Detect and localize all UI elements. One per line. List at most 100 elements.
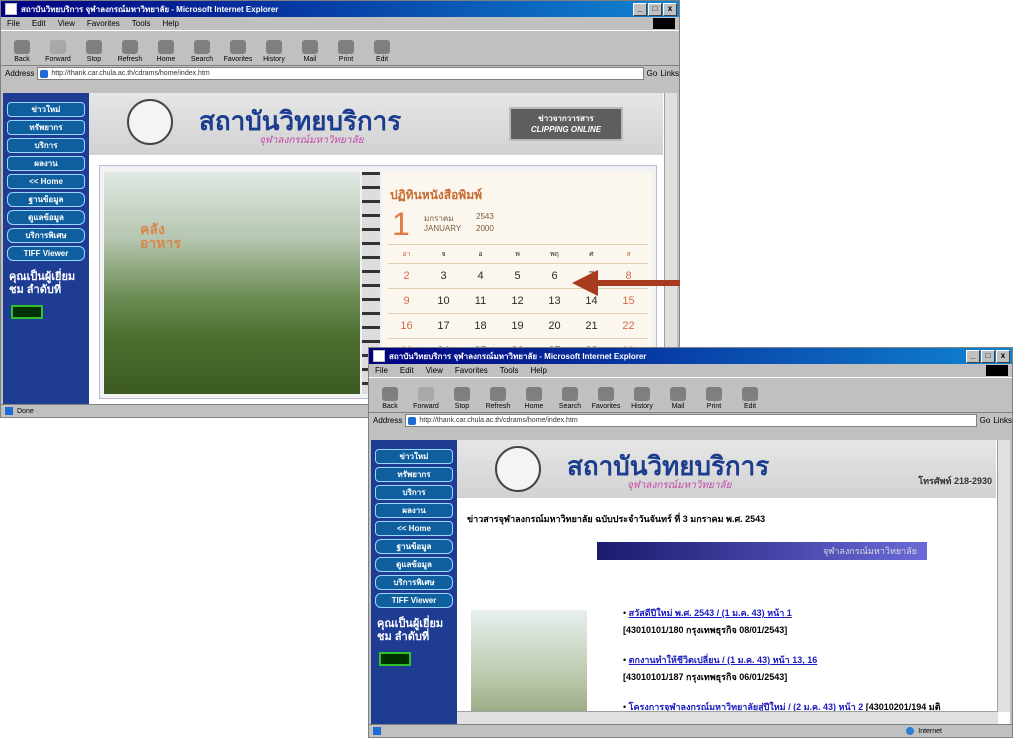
- calendar-day[interactable]: 14: [573, 295, 610, 307]
- links-button[interactable]: Links: [993, 416, 1012, 425]
- print-button[interactable]: Print: [699, 387, 729, 412]
- calendar-day[interactable]: 5: [499, 270, 536, 282]
- refresh-button[interactable]: Refresh: [483, 387, 513, 412]
- calendar-day[interactable]: 11: [462, 295, 499, 307]
- browser-window-front[interactable]: สถาบันวิทยบริการ จุฬาลงกรณ์มหาวิทยาลัย -…: [368, 347, 1013, 738]
- calendar-day[interactable]: 15: [610, 295, 647, 307]
- back-button[interactable]: Back: [375, 387, 405, 412]
- ie-icon: [5, 3, 17, 15]
- nav-resources[interactable]: ทรัพยากร: [7, 120, 85, 135]
- ie-icon: [373, 350, 385, 362]
- nav-tiff[interactable]: TIFF Viewer: [7, 246, 85, 261]
- calendar-day[interactable]: 20: [536, 320, 573, 332]
- back-button[interactable]: Back: [7, 40, 37, 65]
- calendar-day[interactable]: 10: [425, 295, 462, 307]
- horizontal-scrollbar[interactable]: [457, 711, 998, 724]
- menu-favorites[interactable]: Favorites: [87, 19, 120, 28]
- nav-data[interactable]: ดูแลข้อมูล: [375, 557, 453, 572]
- nav-services[interactable]: บริการ: [7, 138, 85, 153]
- calendar-day[interactable]: 19: [499, 320, 536, 332]
- mail-button[interactable]: Mail: [663, 387, 693, 412]
- vertical-scrollbar[interactable]: [997, 440, 1010, 712]
- home-button[interactable]: Home: [519, 387, 549, 412]
- news-heading: ข่าวสารจุฬาลงกรณ์มหาวิทยาลัย ฉบับประจำวั…: [467, 514, 766, 524]
- calendar-day[interactable]: 3: [425, 270, 462, 282]
- pointer-arrow-line: [596, 280, 680, 286]
- menu-file[interactable]: File: [7, 19, 20, 28]
- stop-button[interactable]: Stop: [79, 40, 109, 65]
- nav-services[interactable]: บริการ: [375, 485, 453, 500]
- nav-home[interactable]: << Home: [375, 521, 453, 536]
- menu-view[interactable]: View: [58, 19, 75, 28]
- close-button[interactable]: x: [663, 2, 677, 16]
- calendar-day[interactable]: 6: [536, 270, 573, 282]
- go-button[interactable]: Go: [647, 69, 658, 78]
- menu-help[interactable]: Help: [530, 366, 546, 375]
- menu-edit[interactable]: Edit: [32, 19, 46, 28]
- menu-edit[interactable]: Edit: [400, 366, 414, 375]
- close-button[interactable]: x: [996, 349, 1010, 363]
- nav-data[interactable]: ดูแลข้อมูล: [7, 210, 85, 225]
- favorites-button[interactable]: Favorites: [223, 40, 253, 65]
- news-link[interactable]: ตกงานทำให้ชีวิตเปลี่ยน / (1 ม.ค. 43) หน้…: [629, 655, 818, 665]
- nav-works[interactable]: ผลงาน: [375, 503, 453, 518]
- calendar-day[interactable]: 4: [462, 270, 499, 282]
- forward-button[interactable]: Forward: [411, 387, 441, 412]
- menu-tools[interactable]: Tools: [500, 366, 519, 375]
- print-button[interactable]: Print: [331, 40, 361, 65]
- home-button[interactable]: Home: [151, 40, 181, 65]
- nav-special[interactable]: บริการพิเศษ: [7, 228, 85, 243]
- calendar-day[interactable]: 9: [388, 295, 425, 307]
- nav-news[interactable]: ข่าวใหม่: [375, 449, 453, 464]
- clipping-online-button[interactable]: ข่าวจากวารสาร CLIPPING ONLINE: [509, 107, 623, 141]
- menu-bar: File Edit View Favorites Tools Help: [369, 364, 1012, 377]
- mail-button[interactable]: Mail: [295, 40, 325, 65]
- menu-help[interactable]: Help: [162, 19, 178, 28]
- calendar-day[interactable]: 2: [388, 270, 425, 282]
- nav-home[interactable]: << Home: [7, 174, 85, 189]
- maximize-button[interactable]: □: [648, 2, 662, 16]
- calendar-weekday: ศ: [589, 250, 594, 258]
- news-link[interactable]: สวัสดีปีใหม่ พ.ศ. 2543 / (1 ม.ค. 43) หน้…: [629, 608, 792, 618]
- menu-favorites[interactable]: Favorites: [455, 366, 488, 375]
- calendar-day[interactable]: 13: [536, 295, 573, 307]
- nav-special[interactable]: บริการพิเศษ: [375, 575, 453, 590]
- search-button[interactable]: Search: [555, 387, 585, 412]
- calendar-day[interactable]: 12: [499, 295, 536, 307]
- edit-button[interactable]: Edit: [367, 40, 397, 65]
- edit-button[interactable]: Edit: [735, 387, 765, 412]
- minimize-button[interactable]: _: [966, 349, 980, 363]
- search-button[interactable]: Search: [187, 40, 217, 65]
- nav-works[interactable]: ผลงาน: [7, 156, 85, 171]
- calendar-day[interactable]: 21: [573, 320, 610, 332]
- forward-arrow-icon: [50, 40, 66, 54]
- nav-database[interactable]: ฐานข้อมูล: [7, 192, 85, 207]
- minimize-button[interactable]: _: [633, 2, 647, 16]
- nav-news[interactable]: ข่าวใหม่: [7, 102, 85, 117]
- refresh-button[interactable]: Refresh: [115, 40, 145, 65]
- links-button[interactable]: Links: [660, 69, 679, 78]
- calendar-weekday: อา: [402, 250, 411, 258]
- favorites-button[interactable]: Favorites: [591, 387, 621, 412]
- nav-tiff[interactable]: TIFF Viewer: [375, 593, 453, 608]
- address-input[interactable]: http://thank.car.chula.ac.th/cdrams/home…: [405, 414, 977, 427]
- stop-button[interactable]: Stop: [447, 387, 477, 412]
- menu-tools[interactable]: Tools: [132, 19, 151, 28]
- forward-arrow-icon: [418, 387, 434, 401]
- calendar-day[interactable]: 18: [462, 320, 499, 332]
- address-input[interactable]: http://thank.car.chula.ac.th/cdrams/home…: [37, 67, 644, 80]
- history-button[interactable]: History: [627, 387, 657, 412]
- history-button[interactable]: History: [259, 40, 289, 65]
- maximize-button[interactable]: □: [981, 349, 995, 363]
- nav-database[interactable]: ฐานข้อมูล: [375, 539, 453, 554]
- menu-file[interactable]: File: [375, 366, 388, 375]
- calendar-day[interactable]: 22: [610, 320, 647, 332]
- calendar-day[interactable]: 17: [425, 320, 462, 332]
- title-bar[interactable]: สถาบันวิทยบริการ จุฬาลงกรณ์มหาวิทยาลัย -…: [1, 1, 679, 17]
- forward-button[interactable]: Forward: [43, 40, 73, 65]
- calendar-day[interactable]: 16: [388, 320, 425, 332]
- nav-resources[interactable]: ทรัพยากร: [375, 467, 453, 482]
- go-button[interactable]: Go: [980, 416, 991, 425]
- menu-view[interactable]: View: [426, 366, 443, 375]
- title-bar[interactable]: สถาบันวิทยบริการ จุฬาลงกรณ์มหาวิทยาลัย -…: [369, 348, 1012, 364]
